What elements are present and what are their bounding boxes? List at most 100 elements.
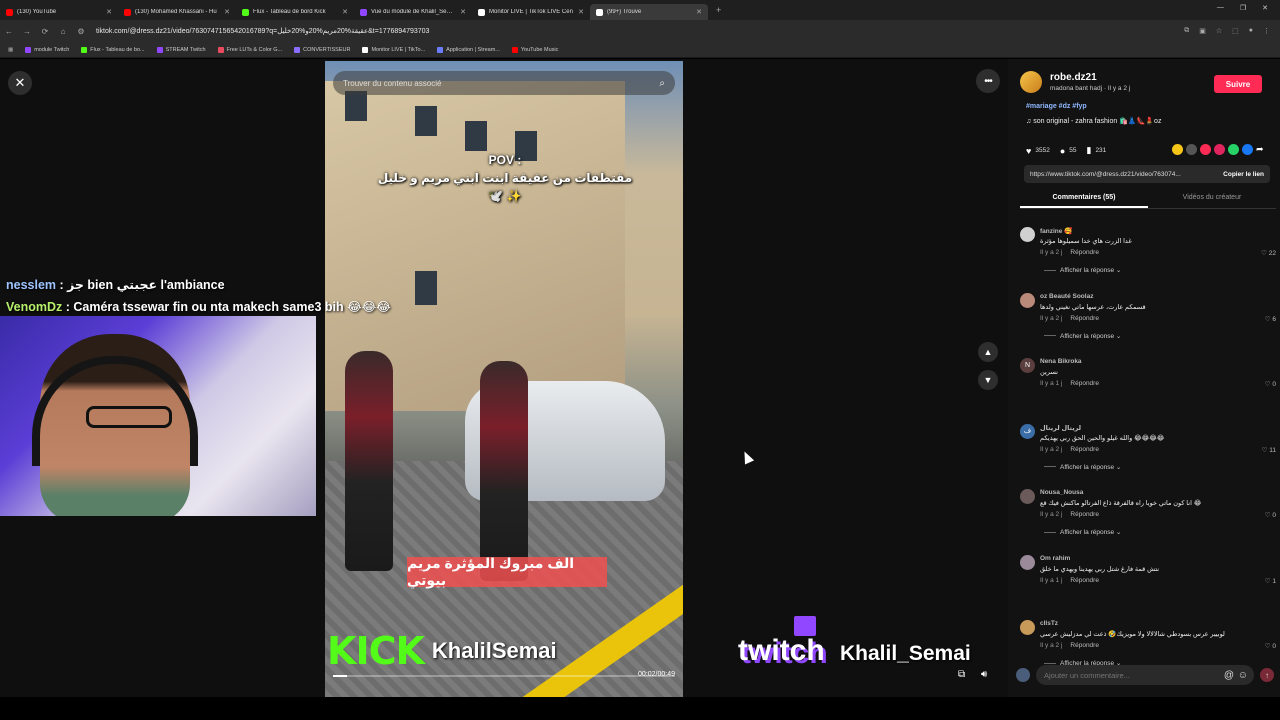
browser-tab[interactable]: (130) YouTube ✕ bbox=[0, 4, 118, 20]
comment-like[interactable]: ♡ 0 bbox=[1265, 511, 1276, 519]
home-icon[interactable]: ⌂ bbox=[54, 27, 72, 36]
copy-link-button[interactable]: Copier le lien bbox=[1223, 171, 1264, 178]
music-track[interactable]: ♫ son original - zahra fashion 🛍️👗👠💄oz bbox=[1026, 117, 1161, 125]
show-replies-button[interactable]: Afficher la réponse ⌄ bbox=[1044, 463, 1121, 471]
comment-stat[interactable]: ● 55 bbox=[1060, 146, 1077, 156]
new-tab-icon[interactable]: + bbox=[716, 5, 721, 15]
comment-avatar[interactable] bbox=[1020, 489, 1035, 504]
comment-username[interactable]: Nousa_Nousa bbox=[1040, 489, 1083, 496]
comment-like[interactable]: ♡ 0 bbox=[1265, 380, 1276, 388]
tab-close-icon[interactable]: ✕ bbox=[696, 8, 702, 16]
profile-icon[interactable]: ● bbox=[1249, 27, 1253, 35]
tab-comments[interactable]: Commentaires (55) bbox=[1020, 189, 1148, 208]
save-stat[interactable]: ▮ 231 bbox=[1086, 145, 1106, 156]
whatsapp-icon[interactable] bbox=[1228, 144, 1239, 155]
facebook-icon[interactable] bbox=[1242, 144, 1253, 155]
comment-like[interactable]: ♡ 1 bbox=[1265, 577, 1276, 585]
site-info-icon[interactable]: ⚙ bbox=[72, 27, 90, 36]
repost-icon[interactable] bbox=[1214, 144, 1225, 155]
comment-avatar[interactable] bbox=[1020, 227, 1035, 242]
bookmark-item[interactable]: Application | Stream... bbox=[437, 46, 500, 53]
comment-like[interactable]: ♡ 6 bbox=[1265, 315, 1276, 323]
mention-icon[interactable]: @ bbox=[1224, 670, 1234, 681]
picture-in-picture-icon[interactable]: ⧉ bbox=[958, 669, 965, 680]
comment-username[interactable]: Om rahim bbox=[1040, 555, 1070, 562]
bookmark-item[interactable]: STREAM Twitch bbox=[156, 46, 206, 53]
send-to-friends-icon[interactable] bbox=[1200, 144, 1211, 155]
author-avatar[interactable] bbox=[1020, 71, 1042, 93]
comment-avatar[interactable] bbox=[1020, 292, 1035, 308]
related-search-bar[interactable]: Trouver du contenu associé ⌕ bbox=[333, 71, 675, 95]
previous-video-button[interactable]: ▲ bbox=[978, 342, 998, 362]
reply-button[interactable]: Répondre bbox=[1070, 577, 1099, 584]
reload-icon[interactable]: ⟳ bbox=[36, 27, 54, 36]
bookmark-star-icon[interactable]: ☆ bbox=[1216, 27, 1222, 35]
video-player[interactable]: Trouver du contenu associé ⌕ POV : مقتطف… bbox=[325, 61, 683, 697]
comment-username[interactable]: Nena Bikroka bbox=[1040, 358, 1082, 365]
bookmark-item[interactable]: CONVERTISSEUR bbox=[294, 46, 350, 53]
comment-username[interactable]: oz Beauté Soolaz bbox=[1040, 293, 1093, 300]
extensions-icon[interactable]: ⬚ bbox=[1232, 27, 1239, 35]
volume-icon[interactable]: 🔊︎ bbox=[981, 669, 987, 680]
share-link-url[interactable]: https://www.tiktok.com/@dress.dz21/video… bbox=[1030, 171, 1215, 178]
show-replies-button[interactable]: Afficher la réponse ⌄ bbox=[1044, 528, 1121, 536]
url-text[interactable]: tiktok.com/@dress.dz21/video/76307471565… bbox=[96, 27, 1184, 35]
bookmark-item[interactable]: module Twitch bbox=[25, 46, 69, 53]
bookmark-item[interactable]: YouTube Music bbox=[511, 46, 558, 53]
menu-icon[interactable]: ⋮ bbox=[1263, 27, 1270, 35]
reply-button[interactable]: Répondre bbox=[1070, 315, 1099, 322]
video-progress-bar[interactable] bbox=[333, 675, 675, 677]
translate-icon[interactable]: ⧉ bbox=[1184, 27, 1189, 35]
tab-creator-videos[interactable]: Vidéos du créateur bbox=[1148, 189, 1276, 208]
reply-button[interactable]: Répondre bbox=[1070, 249, 1099, 256]
show-replies-button[interactable]: Afficher la réponse ⌄ bbox=[1044, 332, 1121, 340]
reply-button[interactable]: Répondre bbox=[1070, 511, 1099, 518]
search-icon[interactable]: ⌕ bbox=[659, 78, 665, 89]
comment-like[interactable]: ♡ 22 bbox=[1261, 249, 1276, 257]
forward-icon[interactable]: → bbox=[18, 27, 36, 36]
close-video-button[interactable]: ✕ bbox=[8, 71, 32, 95]
comment-avatar[interactable]: ف bbox=[1020, 423, 1035, 439]
tab-close-icon[interactable]: ✕ bbox=[460, 8, 466, 16]
install-icon[interactable]: ▣ bbox=[1199, 27, 1206, 35]
reply-button[interactable]: Répondre bbox=[1070, 446, 1099, 453]
follow-button[interactable]: Suivre bbox=[1214, 75, 1262, 93]
comment-avatar[interactable] bbox=[1020, 554, 1035, 570]
emoji-icon[interactable]: ☺ bbox=[1238, 670, 1248, 681]
share-arrow-icon[interactable]: ➦ bbox=[1256, 144, 1267, 155]
hashtags[interactable]: #mariage #dz #fyp bbox=[1026, 103, 1087, 110]
like-stat[interactable]: ♥ 3552 bbox=[1026, 146, 1050, 156]
emoji-share-icon[interactable] bbox=[1172, 144, 1183, 155]
comment-like[interactable]: ♡ 11 bbox=[1262, 446, 1276, 454]
bookmark-item[interactable]: Free LUTs & Color G... bbox=[217, 46, 282, 53]
tab-close-icon[interactable]: ✕ bbox=[578, 8, 584, 16]
back-icon[interactable]: ← bbox=[0, 27, 18, 36]
author-info[interactable]: robe.dz21 madona bant hadj · Il y a 2 j bbox=[1020, 71, 1130, 93]
reply-button[interactable]: Répondre bbox=[1070, 380, 1099, 387]
embed-icon[interactable] bbox=[1186, 144, 1197, 155]
next-video-button[interactable]: ▼ bbox=[978, 370, 998, 390]
more-options-button[interactable]: ••• bbox=[976, 69, 1000, 93]
show-replies-button[interactable]: Afficher la réponse ⌄ bbox=[1044, 266, 1121, 274]
comment-username[interactable]: fanzine 🥰 bbox=[1040, 227, 1072, 235]
author-name[interactable]: robe.dz21 bbox=[1050, 72, 1130, 83]
tab-close-icon[interactable]: ✕ bbox=[106, 8, 112, 16]
browser-tab[interactable]: (99+) Trouve ✕ bbox=[590, 4, 708, 20]
tab-close-icon[interactable]: ✕ bbox=[342, 8, 348, 16]
tab-close-icon[interactable]: ✕ bbox=[224, 8, 230, 16]
apps-grid-icon[interactable]: ▦ bbox=[8, 47, 13, 53]
comment-username[interactable]: لريتال لريتال bbox=[1040, 424, 1081, 432]
comment-input[interactable] bbox=[1036, 665, 1254, 685]
comment-avatar[interactable]: N bbox=[1020, 358, 1035, 373]
comment-username[interactable]: cllsTz bbox=[1040, 620, 1058, 627]
window-close-icon[interactable]: ✕ bbox=[1262, 4, 1268, 12]
bookmark-item[interactable]: Monitor LIVE | TikTo... bbox=[362, 46, 425, 53]
browser-tab[interactable]: Monitor LIVE | TikTok LIVE Cen ✕ bbox=[472, 4, 590, 20]
comment-avatar[interactable] bbox=[1020, 620, 1035, 635]
bookmark-item[interactable]: Flux - Tableau de bo... bbox=[81, 46, 145, 53]
send-comment-button[interactable]: ↑ bbox=[1260, 668, 1274, 682]
reply-button[interactable]: Répondre bbox=[1070, 642, 1099, 649]
maximize-icon[interactable]: ❐ bbox=[1240, 4, 1246, 12]
minimize-icon[interactable]: — bbox=[1217, 4, 1224, 12]
browser-tab[interactable]: Vue du module de Khalil_Semai ✕ bbox=[354, 4, 472, 20]
